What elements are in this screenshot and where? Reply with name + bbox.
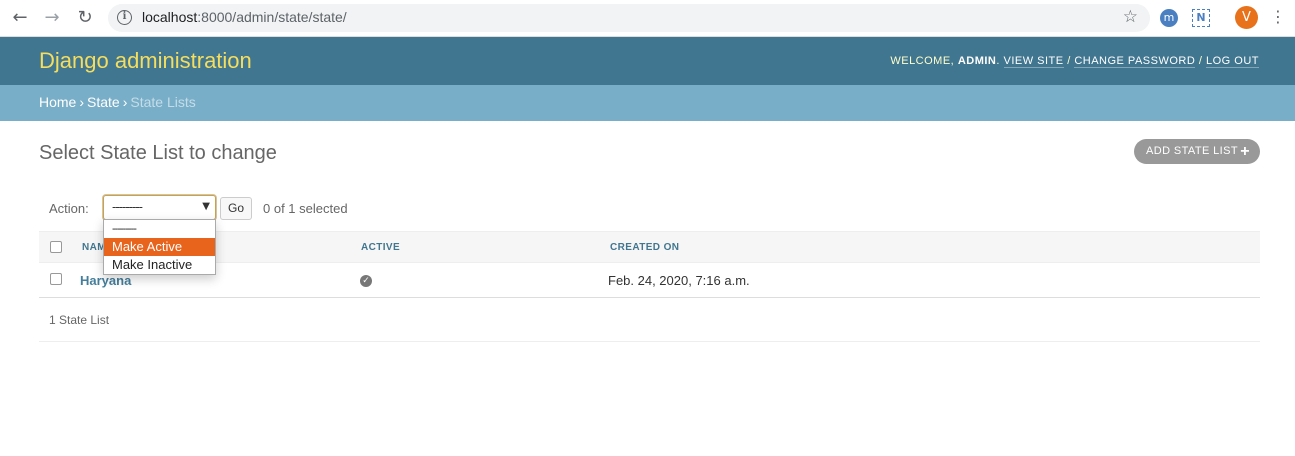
table-row: Haryana ✓ Feb. 24, 2020, 7:16 a.m.: [39, 263, 1260, 298]
change-password-link[interactable]: CHANGE PASSWORD: [1074, 55, 1196, 68]
page-title: Select State List to change: [39, 142, 277, 164]
breadcrumb-current: State Lists: [130, 94, 196, 110]
breadcrumb-app[interactable]: State: [87, 94, 120, 110]
breadcrumb-home[interactable]: Home: [39, 94, 76, 110]
site-brand[interactable]: Django administration: [39, 48, 252, 74]
column-header-created-on[interactable]: CREATED ON: [610, 242, 679, 253]
site-header: Django administration WELCOME, ADMIN. VI…: [0, 37, 1295, 85]
address-bar[interactable]: i localhost:8000/admin/state/state/ ☆: [108, 4, 1150, 32]
browser-toolbar: ← → ↻ i localhost:8000/admin/state/state…: [0, 0, 1295, 37]
column-header-active[interactable]: ACTIVE: [361, 242, 400, 253]
username: ADMIN: [957, 55, 997, 67]
welcome-text: WELCOME,: [890, 55, 955, 67]
browser-menu-icon[interactable]: ⋮: [1270, 9, 1286, 25]
view-site-link[interactable]: VIEW SITE: [1003, 55, 1064, 68]
action-option-make-inactive[interactable]: Make Inactive: [104, 256, 215, 274]
url-path: :8000/admin/state/state/: [197, 9, 347, 25]
back-arrow-icon[interactable]: ←: [10, 8, 30, 28]
go-button[interactable]: Go: [220, 197, 252, 220]
paginator: 1 State List: [39, 298, 1260, 342]
url-host: localhost: [142, 9, 198, 25]
dropdown-arrow-icon: ▼: [202, 201, 210, 212]
separator: /: [1198, 55, 1203, 67]
action-select[interactable]: --------- ▼: [103, 195, 216, 220]
action-option-make-active[interactable]: Make Active: [104, 238, 215, 256]
action-label: Action:: [49, 201, 89, 216]
add-button-label: ADD STATE LIST: [1146, 145, 1238, 157]
url-text[interactable]: localhost:8000/admin/state/state/: [142, 9, 347, 25]
profile-avatar[interactable]: V: [1235, 6, 1258, 29]
separator: /: [1067, 55, 1071, 67]
row-created-on: Feb. 24, 2020, 7:16 a.m.: [608, 273, 750, 288]
row-name-link[interactable]: Haryana: [80, 273, 131, 288]
action-select-value: ---------: [112, 200, 143, 214]
table-header: NAME ACTIVE CREATED ON: [39, 231, 1260, 263]
active-yes-icon: ✓: [360, 275, 372, 287]
bookmark-star-icon[interactable]: ☆: [1123, 7, 1138, 27]
selection-count: 0 of 1 selected: [263, 201, 348, 216]
plus-icon: +: [1240, 143, 1250, 160]
reload-icon[interactable]: ↻: [75, 8, 95, 28]
log-out-link[interactable]: LOG OUT: [1205, 55, 1259, 68]
select-all-checkbox[interactable]: [50, 241, 62, 253]
breadcrumb: Home › State › State Lists: [0, 85, 1295, 121]
user-tools: WELCOME, ADMIN. VIEW SITE / CHANGE PASSW…: [890, 55, 1259, 68]
extension-n-icon[interactable]: N: [1192, 9, 1210, 27]
breadcrumb-separator: ›: [79, 94, 85, 110]
row-checkbox[interactable]: [50, 273, 62, 285]
breadcrumb-separator: ›: [122, 94, 128, 110]
extension-m-icon[interactable]: m: [1160, 9, 1178, 27]
info-icon[interactable]: i: [117, 10, 132, 25]
add-state-list-button[interactable]: ADD STATE LIST +: [1134, 139, 1260, 164]
action-option-blank[interactable]: ---------: [104, 220, 215, 238]
actions-bar: Action: --------- ▼ Go 0 of 1 selected: [39, 190, 1260, 226]
result-count: 1 State List: [49, 313, 110, 327]
action-dropdown-list: --------- Make Active Make Inactive: [103, 219, 216, 275]
forward-arrow-icon[interactable]: →: [42, 8, 62, 28]
